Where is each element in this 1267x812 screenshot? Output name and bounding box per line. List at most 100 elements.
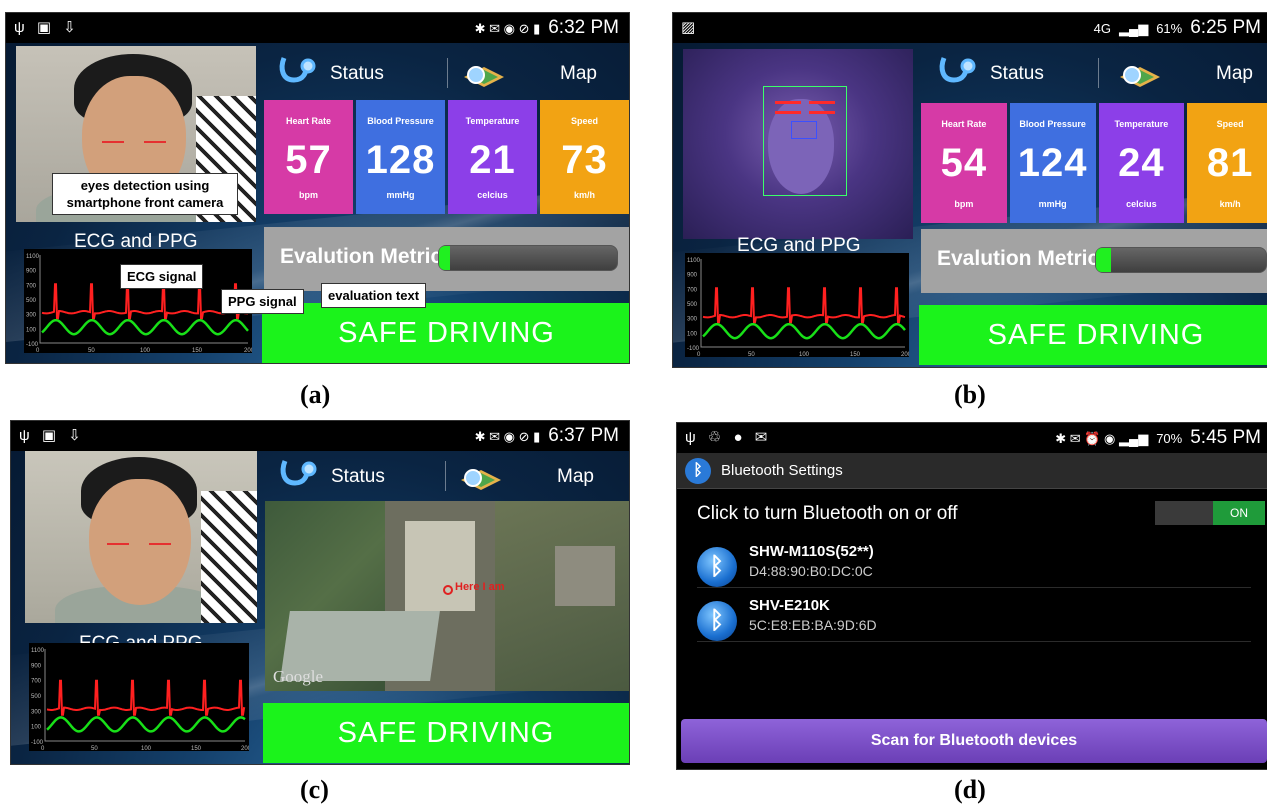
evaluation-metrics: Evalution Metrics [921, 229, 1267, 293]
tile-speed: Speed 81 km/h [1187, 103, 1267, 223]
driver-face [89, 479, 191, 605]
tab-map[interactable]: Map [462, 46, 597, 101]
metrics-progress-fill [439, 246, 450, 270]
tab-status[interactable]: Status [936, 46, 1044, 101]
tile-speed: Speed 73 km/h [540, 100, 629, 214]
evaluation-text: SAFE DRIVING [262, 303, 629, 363]
chart-axes [700, 259, 905, 348]
y-tick-label: 700 [687, 287, 698, 293]
status-bar: ψ ▣ ⇩ ✱ ✉ ◉ ⊘ ▮ 6:37 PM [11, 421, 629, 451]
signal-icon: ▂▄▆ [1118, 21, 1149, 36]
tab-map-label: Map [560, 62, 597, 84]
ecg-ppg-chart: 1100900700500300100-100050100150200 [685, 253, 912, 358]
satellite-map[interactable]: Here I am Google [265, 501, 629, 691]
tab-map-label: Map [557, 465, 594, 487]
tile-temperature: Temperature 24 celcius [1098, 103, 1185, 223]
tab-bar: Status Map [262, 46, 629, 101]
tab-separator [1098, 58, 1099, 88]
y-tick-label: 900 [26, 269, 37, 275]
y-tick-label: 300 [31, 709, 42, 715]
x-tick-label: 200 [244, 348, 252, 353]
device-address: D4:88:90:B0:DC:0C [749, 563, 873, 579]
tile-value: 81 [1206, 141, 1254, 185]
scan-button[interactable]: Scan for Bluetooth devices [681, 719, 1267, 763]
divider [697, 641, 1251, 642]
ecg-signal-line [702, 287, 906, 324]
status-bar-right: ✱ ✉ ◉ ⊘ ▮ 6:32 PM [475, 17, 619, 39]
ppg-signal-line [41, 318, 249, 336]
location-pin-icon [443, 585, 453, 595]
page-title: Bluetooth Settings [721, 462, 843, 479]
x-tick-label: 200 [901, 352, 909, 357]
y-tick-label: 1100 [26, 254, 40, 260]
device-address: 5C:E8:EB:BA:9D:6D [749, 617, 877, 633]
clock: 5:45 PM [1190, 427, 1261, 448]
clock: 6:25 PM [1190, 17, 1261, 38]
notification-icons: ψ ▣ ⇩ [19, 427, 85, 444]
tab-map[interactable]: Map [1118, 46, 1253, 101]
network-type: 4G [1093, 21, 1111, 36]
nose-detection-box [791, 121, 817, 139]
notification-icons: ψ ▣ ⇩ [14, 19, 80, 36]
y-tick-label: 500 [26, 298, 37, 304]
tile-title: Heart Rate [941, 119, 987, 129]
tile-unit: mmHg [1038, 199, 1067, 209]
tab-status-label: Status [990, 62, 1044, 84]
tile-title: Temperature [465, 116, 520, 126]
toggle-prompt: Click to turn Bluetooth on or off [697, 503, 958, 524]
caption-b: (b) [954, 380, 986, 409]
x-tick-label: 0 [36, 348, 40, 353]
y-tick-label: 1100 [687, 258, 701, 264]
device-name: SHV-E210K [749, 597, 830, 614]
ecg-ppg-chart: 1100900700500300100-100050100150200 [29, 643, 252, 752]
tile-unit: km/h [573, 190, 595, 200]
stethoscope-icon [277, 457, 317, 497]
tile-unit: bpm [954, 199, 974, 209]
tab-map-label: Map [1216, 62, 1253, 84]
status-bar: ψ ▣ ⇩ ✱ ✉ ◉ ⊘ ▮ 6:32 PM [6, 13, 629, 43]
system-icons: ✱ ✉ ◉ ⊘ ▮ [474, 429, 541, 444]
tab-map[interactable]: Map [459, 449, 594, 504]
tab-status[interactable]: Status [276, 46, 384, 101]
y-tick-label: 100 [687, 331, 698, 337]
ecg-signal-callout: ECG signal [120, 264, 204, 289]
tab-status-label: Status [331, 465, 385, 487]
right-eye-marker-2 [809, 111, 835, 114]
tile-heart-rate: Heart Rate 54 bpm [921, 103, 1007, 223]
tile-value: 57 [285, 138, 332, 182]
x-tick-label: 150 [192, 348, 203, 353]
ppg-signal-callout: PPG signal [221, 289, 304, 314]
bluetooth-device-icon: ᛒ [697, 547, 737, 587]
left-eye-marker-2 [775, 111, 801, 114]
stethoscope-icon [276, 54, 316, 94]
map-marker-label: Here I am [455, 581, 505, 593]
x-tick-label: 150 [850, 352, 861, 357]
stethoscope-icon [936, 54, 976, 94]
status-bar-right: 4G ▂▄▆ 61% 6:25 PM [1094, 17, 1261, 39]
x-tick-label: 200 [241, 746, 249, 751]
system-icons: ✱ ✉ ◉ ⊘ ▮ [474, 21, 541, 36]
bluetooth-toggle[interactable]: ON [1155, 501, 1265, 525]
notification-icons: ψ ♲ ● ✉ [685, 429, 772, 446]
tab-status[interactable]: Status [277, 449, 385, 504]
status-bar: ▨ 4G ▂▄▆ 61% 6:25 PM [673, 13, 1267, 43]
y-tick-label: 1100 [31, 648, 45, 654]
evaluation-text: SAFE DRIVING [919, 305, 1267, 365]
tile-value: 21 [469, 138, 516, 182]
y-tick-label: 300 [26, 313, 37, 319]
x-tick-label: 50 [91, 746, 98, 751]
y-tick-label: 900 [687, 273, 698, 279]
evaluation-text: SAFE DRIVING [263, 703, 629, 763]
y-tick-label: 100 [26, 327, 37, 333]
metrics-label: Evalution Metrics [280, 245, 454, 268]
tab-bar: Status Map [918, 46, 1267, 101]
map-icon [462, 57, 506, 91]
patterned-cloth [201, 491, 257, 623]
front-camera-preview-night [683, 49, 913, 239]
tile-blood-pressure: Blood Pressure 128 mmHg [356, 100, 445, 214]
tile-title: Speed [570, 116, 598, 126]
tab-separator [447, 58, 448, 88]
y-tick-label: 500 [687, 302, 698, 308]
left-eye-marker [107, 543, 129, 545]
clock: 6:37 PM [548, 425, 619, 446]
